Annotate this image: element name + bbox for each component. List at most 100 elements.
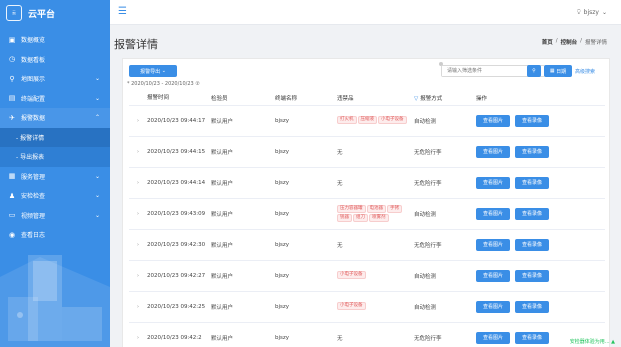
- view-video-button[interactable]: 查看录像: [515, 114, 549, 127]
- expand-icon[interactable]: ›: [129, 322, 147, 347]
- alarm-mode: 自动检测: [414, 291, 476, 323]
- row-actions: 查看图片 查看录像: [476, 229, 605, 261]
- expand-icon[interactable]: ›: [129, 136, 147, 168]
- contraband-cell: 无: [337, 322, 414, 347]
- terminal-name: bjszy: [275, 229, 337, 261]
- expand-icon[interactable]: ›: [129, 167, 147, 199]
- view-image-button[interactable]: 查看图片: [476, 207, 510, 220]
- expand-icon[interactable]: ›: [129, 291, 147, 323]
- table-body: › 2020/10/23 09:44:17 默认用户 bjszy 打火机 压缩液 小电子设备…: [129, 105, 605, 347]
- view-video-button[interactable]: 查看录像: [515, 145, 549, 158]
- sidebar-item-label: 地图展示: [21, 76, 46, 84]
- filter-icon[interactable]: ▽: [414, 96, 418, 102]
- row-actions: 查看图片 查看录像: [476, 198, 605, 230]
- view-image-button[interactable]: 查看图片: [476, 300, 510, 313]
- user-check-icon: ♟: [8, 191, 16, 200]
- contraband-cell: 无: [337, 229, 414, 261]
- contraband-tag: 压力容器罐: [337, 204, 366, 213]
- sidebar-item[interactable]: ▦ 服务管理 ⌄: [0, 167, 110, 187]
- sidebar-item-label: 服务管理: [21, 173, 46, 181]
- view-image-button[interactable]: 查看图片: [476, 145, 510, 158]
- terminal-name: bjszy: [275, 322, 337, 347]
- sidebar-item-label: 终端配置: [21, 95, 46, 103]
- sidebar-item[interactable]: ▣ 数据概览: [0, 30, 110, 50]
- terminal-icon: ▤: [8, 94, 16, 103]
- terminal-name: bjszy: [275, 136, 337, 168]
- chevron-icon: ⌄: [94, 94, 100, 102]
- sidebar-subitem[interactable]: - 导出报表: [0, 147, 110, 167]
- sidebar-item[interactable]: ♟ 安检检查 ⌄: [0, 186, 110, 206]
- view-image-button[interactable]: 查看图片: [476, 176, 510, 189]
- sidebar-item-label: 数据概览: [21, 37, 46, 45]
- terminal-name: bjszy: [275, 167, 337, 199]
- contraband-none: 无: [337, 242, 343, 249]
- expand-icon[interactable]: ›: [129, 229, 147, 261]
- view-video-button[interactable]: 查看录像: [515, 269, 549, 282]
- inspector-name: 默认用户: [211, 260, 275, 292]
- menu-toggle-icon[interactable]: ☰: [118, 6, 127, 17]
- table-row[interactable]: › 2020/10/23 09:42:27 默认用户 bjszy 小电子设备 自动检测 查看…: [129, 260, 605, 292]
- view-video-button[interactable]: 查看录像: [515, 331, 549, 344]
- username: bjszy: [583, 8, 599, 16]
- sidebar-item[interactable]: ▭ 视频管理 ⌄: [0, 206, 110, 226]
- sidebar-subitem[interactable]: - 报警详情: [0, 127, 110, 147]
- sidebar-item-label: 数据看板: [21, 56, 46, 64]
- contraband-tag: 小电子设备: [337, 271, 366, 279]
- contraband-cell: 无: [337, 136, 414, 168]
- view-image-button[interactable]: 查看图片: [476, 238, 510, 251]
- table-row[interactable]: › 2020/10/23 09:43:09 默认用户 bjszy 压力容器罐 电池器 手铐锐…: [129, 198, 605, 230]
- date-label: 日期: [556, 68, 567, 75]
- help-icon[interactable]: ②: [195, 81, 199, 87]
- header-mode[interactable]: ▽ 报警方式: [414, 91, 476, 106]
- advanced-search-link[interactable]: 高级搜索: [575, 68, 595, 75]
- view-video-button[interactable]: 查看录像: [515, 207, 549, 220]
- breadcrumb-sep: /: [580, 38, 582, 44]
- view-image-button[interactable]: 查看图片: [476, 331, 510, 344]
- alarm-time: 2020/10/23 09:42:30: [147, 229, 211, 261]
- date-range: * 2020/10/23 - 2020/10/23 ②: [127, 81, 200, 87]
- sidebar-item-label: 视频管理: [21, 212, 46, 220]
- sidebar-item[interactable]: ◷ 数据看板: [0, 50, 110, 70]
- sidebar-item[interactable]: ⚲ 地图展示 ⌄: [0, 69, 110, 89]
- contraband-cell: 小电子设备: [337, 260, 414, 292]
- table-row[interactable]: › 2020/10/23 09:44:14 默认用户 bjszy 无 无危险行李 查看图片查…: [129, 167, 605, 199]
- user-menu[interactable]: ⍜ bjszy ⌄: [577, 8, 607, 16]
- header-ops: 操作: [476, 91, 605, 106]
- row-actions: 查看图片 查看录像: [476, 167, 605, 199]
- service-icon: ▦: [8, 172, 16, 181]
- brand[interactable]: 云 云平台: [0, 0, 110, 26]
- view-image-button[interactable]: 查看图片: [476, 114, 510, 127]
- sidebar-illustration: [0, 255, 110, 347]
- table-row[interactable]: › 2020/10/23 09:42:25 默认用户 bjszy 小电子设备 自动检测 查看…: [129, 291, 605, 323]
- table-row[interactable]: › 2020/10/23 09:42:2 默认用户 bjszy 无 无危险行李 查看图片 查看…: [129, 322, 605, 347]
- table-row[interactable]: › 2020/10/23 09:44:15 默认用户 bjszy 无 无危险行李 查看图片查…: [129, 136, 605, 168]
- sidebar-item[interactable]: ✈ 报警数据 ⌃: [0, 108, 110, 128]
- view-video-button[interactable]: 查看录像: [515, 238, 549, 251]
- sidebar-item[interactable]: ▤ 终端配置 ⌄: [0, 89, 110, 109]
- breadcrumb-home[interactable]: 首页: [542, 38, 553, 46]
- contraband-tag: 手铐: [387, 204, 402, 213]
- terminal-name: bjszy: [275, 105, 337, 137]
- date-button[interactable]: ▦ 日期: [544, 65, 572, 77]
- alarm-time: 2020/10/23 09:44:14: [147, 167, 211, 199]
- view-video-button[interactable]: 查看录像: [515, 300, 549, 313]
- contraband-cell: 无: [337, 167, 414, 199]
- table-row[interactable]: › 2020/10/23 09:44:17 默认用户 bjszy 打火机 压缩液 小电子设备…: [129, 105, 605, 137]
- view-image-button[interactable]: 查看图片: [476, 269, 510, 282]
- breadcrumb-console[interactable]: 控制台: [561, 38, 578, 46]
- expand-icon[interactable]: ›: [129, 105, 147, 137]
- expand-icon[interactable]: ›: [129, 198, 147, 230]
- search-button[interactable]: ⚲: [527, 65, 541, 77]
- alarm-time: 2020/10/23 09:42:27: [147, 260, 211, 292]
- brand-logo: 云: [6, 5, 22, 21]
- chevron-icon: ⌃: [94, 114, 100, 122]
- inspector-name: 默认用户: [211, 167, 275, 199]
- table-row[interactable]: › 2020/10/23 09:42:30 默认用户 bjszy 无 无危险行李 查看图片查…: [129, 229, 605, 261]
- expand-icon[interactable]: ›: [129, 260, 147, 292]
- view-video-button[interactable]: 查看录像: [515, 176, 549, 189]
- export-button[interactable]: 报警导出 ⌄: [129, 65, 177, 77]
- row-actions: 查看图片 查看录像: [476, 260, 605, 292]
- alarm-mode: 无危险行李: [414, 229, 476, 261]
- contraband-cell: 压力容器罐 电池器 手铐锐器 组刀 喷雾剂: [337, 198, 414, 230]
- contraband-tag: 喷雾剂: [369, 213, 389, 222]
